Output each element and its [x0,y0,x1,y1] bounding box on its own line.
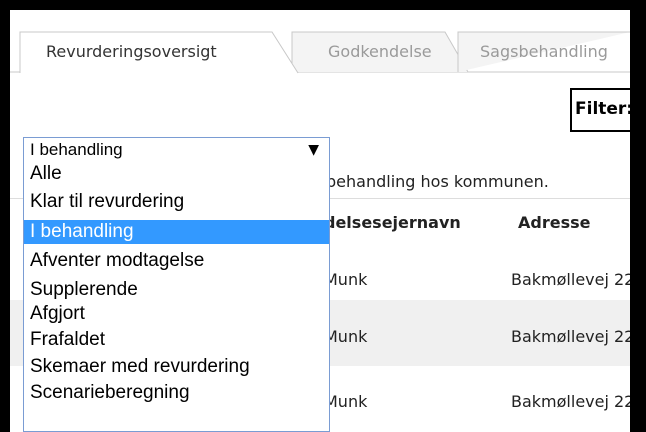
option-afventer-modtagelse[interactable]: Afventer modtagelse [24,249,329,273]
status-select[interactable]: I behandling ▼ [23,137,330,163]
column-header-owner[interactable]: delsesejernavn [324,213,461,232]
option-scenarieberegning[interactable]: Scenarieberegning [24,381,329,405]
option-klar-til-revurdering[interactable]: Klar til revurdering [24,190,329,214]
option-alle[interactable]: Alle [24,162,329,186]
cell-address: Bakmøllevej 22 [511,327,630,346]
cell-owner: Munk [324,270,368,289]
tab-strip: Revurderingsoversigt Godkendelse Sagsbeh… [10,10,630,75]
option-frafaldet[interactable]: Frafaldet [24,328,329,352]
option-skemaer-med-revurdering[interactable]: Skemaer med revurdering [24,355,329,379]
description-text: behandling hos kommunen. [326,172,549,191]
status-dropdown-list: Alle Klar til revurdering I behandling A… [23,162,330,432]
cell-owner: Munk [324,392,368,411]
status-select-value: I behandling [30,140,123,159]
tab-revurderingsoversigt[interactable]: Revurderingsoversigt [46,42,217,61]
option-supplerende[interactable]: Supplerende [24,278,329,302]
app-window: Revurderingsoversigt Godkendelse Sagsbeh… [10,10,630,432]
cell-address: Bakmøllevej 22 [511,392,630,411]
option-afgjort[interactable]: Afgjort [24,302,329,326]
column-header-address[interactable]: Adresse [518,213,590,232]
tab-godkendelse[interactable]: Godkendelse [328,42,432,61]
option-i-behandling[interactable]: I behandling [24,220,329,244]
tab-sagsbehandling[interactable]: Sagsbehandling [480,42,608,61]
chevron-down-icon: ▼ [308,142,319,158]
filter-label: Filter: [575,99,630,119]
cell-address: Bakmøllevej 22 [511,270,630,289]
cell-owner: Munk [324,327,368,346]
